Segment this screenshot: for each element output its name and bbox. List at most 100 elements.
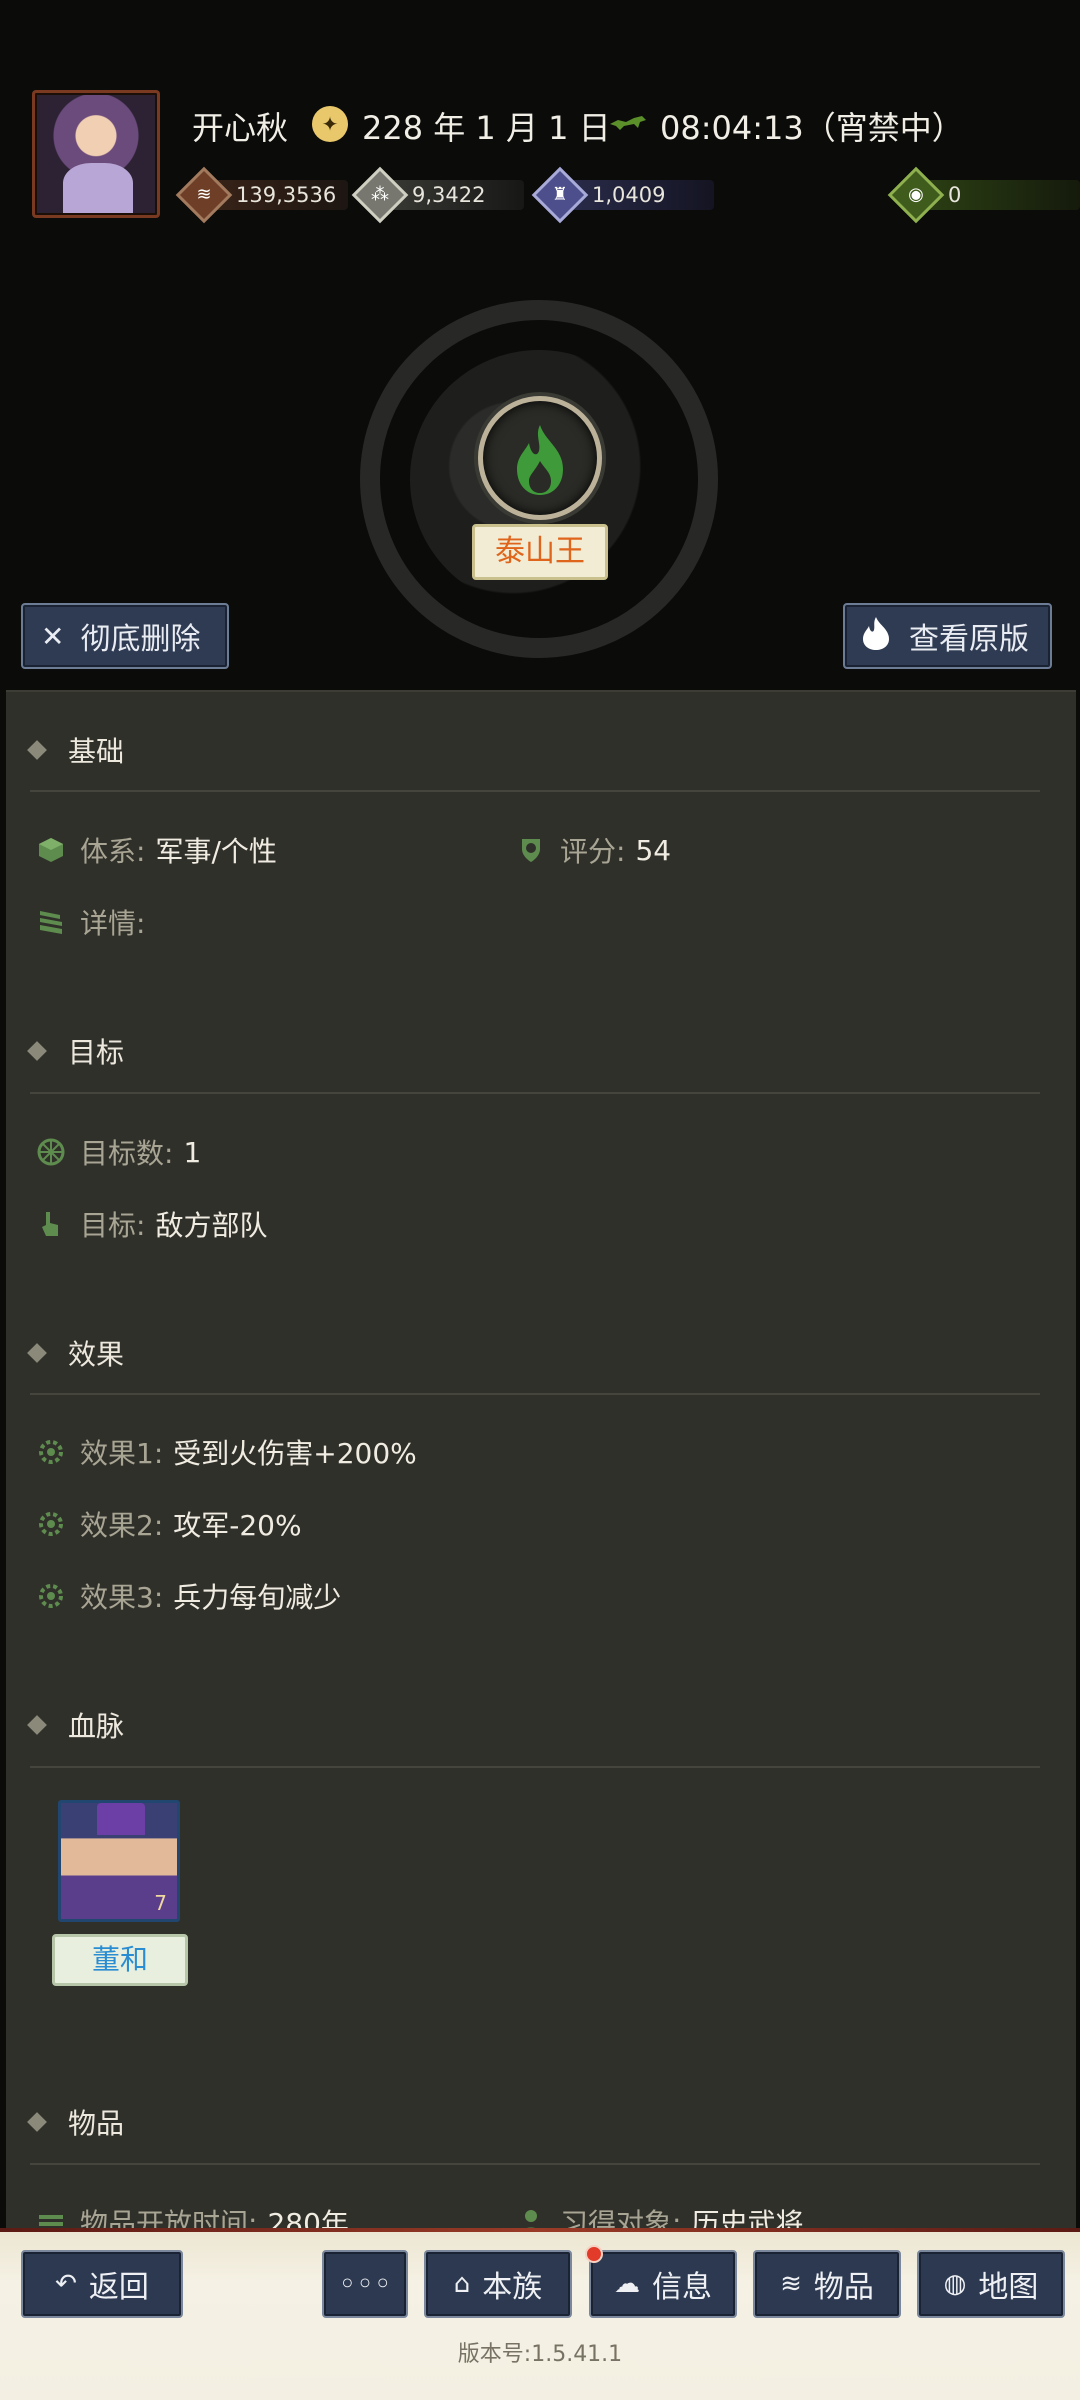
- divider: [30, 790, 1040, 792]
- resource-grain[interactable]: ⁂ 9,3422: [351, 166, 524, 224]
- more-button[interactable]: ◦◦◦: [322, 2250, 408, 2318]
- target-web-icon: [36, 1137, 66, 1167]
- more-label: ◦◦◦: [338, 2266, 392, 2302]
- clan-label: 本族: [482, 2270, 543, 2305]
- resource-bag[interactable]: ◉ 0: [887, 166, 1080, 224]
- effect-row-1: 效果1: 受到火伤害+200%: [36, 1432, 417, 1472]
- score-label: 评分:: [560, 835, 626, 868]
- game-date: 228 年 1 月 1 日: [362, 109, 611, 147]
- map-label: 地图: [978, 2270, 1039, 2305]
- medal-icon: [516, 835, 546, 865]
- diamond-icon: [27, 1715, 47, 1735]
- target-value: 敌方部队: [155, 1209, 268, 1242]
- section-effect-title: 效果: [27, 1333, 125, 1373]
- score-row: 评分: 54: [516, 830, 671, 870]
- target-count-row: 目标数: 1: [36, 1132, 201, 1172]
- coins-icon: ≋: [175, 166, 233, 224]
- diamond-icon: [27, 1041, 47, 1061]
- divider: [30, 1092, 1040, 1094]
- bag-icon: ◉: [887, 166, 945, 224]
- system-row: 体系: 军事/个性: [36, 830, 277, 870]
- scroll-items-icon: ≋: [780, 2269, 802, 2299]
- effect-2-label: 效果2:: [80, 1509, 164, 1542]
- section-item-title: 物品: [27, 2102, 125, 2142]
- target-row: 目标: 敌方部队: [36, 1204, 267, 1244]
- game-time: 08:04:13（宵禁中）: [660, 109, 964, 147]
- skill-name: 泰山王: [472, 524, 608, 580]
- grain-value: 9,3422: [412, 183, 486, 207]
- resource-coins[interactable]: ≋ 139,3536: [175, 166, 348, 224]
- player-avatar[interactable]: [32, 90, 160, 218]
- resource-soldiers[interactable]: ♜ 1,0409: [531, 166, 714, 224]
- detail-label: 详情:: [80, 907, 146, 940]
- section-item-label: 物品: [68, 2107, 125, 2140]
- items-button[interactable]: ≋ 物品: [753, 2250, 901, 2318]
- section-lineage-title: 血脉: [27, 1705, 125, 1745]
- section-effect-label: 效果: [68, 1338, 125, 1371]
- diamond-icon: [27, 2112, 47, 2132]
- divider: [30, 2163, 1040, 2165]
- back-label: 返回: [88, 2270, 149, 2305]
- person-portrait: 7: [58, 1800, 180, 1922]
- close-icon: ✕: [41, 619, 65, 653]
- diamond-icon: [27, 740, 47, 760]
- chat-bubble-icon: ☁: [614, 2269, 640, 2299]
- view-original-button[interactable]: 查看原版: [843, 603, 1052, 669]
- undo-arrow-icon: ↶: [55, 2269, 77, 2299]
- score-value: 54: [635, 833, 672, 867]
- target-count-value: 1: [183, 1135, 202, 1169]
- divider: [30, 1766, 1040, 1768]
- info-button[interactable]: ☁ 信息: [589, 2250, 737, 2318]
- diamond-icon: [27, 1343, 47, 1363]
- effect-3-value: 兵力每旬减少: [173, 1581, 342, 1614]
- back-button[interactable]: ↶ 返回: [21, 2250, 183, 2318]
- scroll-icon: [36, 907, 66, 937]
- gear-icon: [36, 1437, 66, 1467]
- effect-1-value: 受到火伤害+200%: [173, 1437, 417, 1470]
- info-label: 信息: [652, 2270, 712, 2305]
- section-target-label: 目标: [68, 1036, 125, 1069]
- system-value: 军事/个性: [155, 835, 277, 868]
- lineage-person-card[interactable]: 7 董和: [52, 1800, 188, 1986]
- target-count-label: 目标数:: [80, 1137, 174, 1170]
- soldiers-value: 1,0409: [592, 183, 666, 207]
- target-label: 目标:: [80, 1209, 146, 1242]
- effect-2-value: 攻军-20%: [173, 1509, 302, 1542]
- delete-button[interactable]: ✕ 彻底删除: [21, 603, 229, 669]
- cube-icon: [36, 835, 66, 865]
- horse-icon: [610, 116, 646, 130]
- system-label: 体系:: [80, 835, 146, 868]
- effect-row-3: 效果3: 兵力每旬减少: [36, 1576, 341, 1616]
- coins-value: 139,3536: [236, 183, 337, 207]
- version-text: 版本号:1.5.41.1: [457, 2342, 623, 2367]
- soldier-icon: ♜: [531, 166, 589, 224]
- effect-row-2: 效果2: 攻军-20%: [36, 1504, 302, 1544]
- detail-row: 详情:: [36, 902, 145, 942]
- fire-icon: [517, 425, 563, 495]
- person-name: 董和: [52, 1934, 188, 1986]
- effect-3-label: 效果3:: [80, 1581, 164, 1614]
- delete-label: 彻底删除: [80, 622, 201, 657]
- app-root: 开心秋 ✦ 228 年 1 月 1 日 08:04:13（宵禁中） ≋ 139,…: [0, 0, 1080, 2400]
- divider: [30, 1393, 1040, 1395]
- player-name: 开心秋: [192, 109, 289, 147]
- calendar-icon: ✦: [312, 106, 348, 142]
- globe-icon: ◍: [943, 2269, 967, 2299]
- pointer-icon: [36, 1209, 66, 1239]
- effect-1-label: 效果1:: [80, 1437, 164, 1470]
- gear-icon: [36, 1509, 66, 1539]
- section-basic-title: 基础: [27, 730, 124, 770]
- person-level: 7: [154, 1891, 167, 1915]
- section-lineage-label: 血脉: [68, 1710, 125, 1743]
- clan-icon: ⌂: [453, 2269, 471, 2299]
- notification-dot: [585, 2245, 603, 2263]
- map-button[interactable]: ◍ 地图: [917, 2250, 1065, 2318]
- skill-fire-icon[interactable]: [478, 396, 602, 520]
- bag-value: 0: [948, 183, 962, 207]
- clan-button[interactable]: ⌂ 本族: [424, 2250, 572, 2318]
- items-label: 物品: [813, 2270, 874, 2305]
- flame-icon: [859, 615, 893, 658]
- grain-icon: ⁂: [351, 166, 409, 224]
- view-original-label: 查看原版: [909, 622, 1029, 657]
- gear-icon: [36, 1581, 66, 1611]
